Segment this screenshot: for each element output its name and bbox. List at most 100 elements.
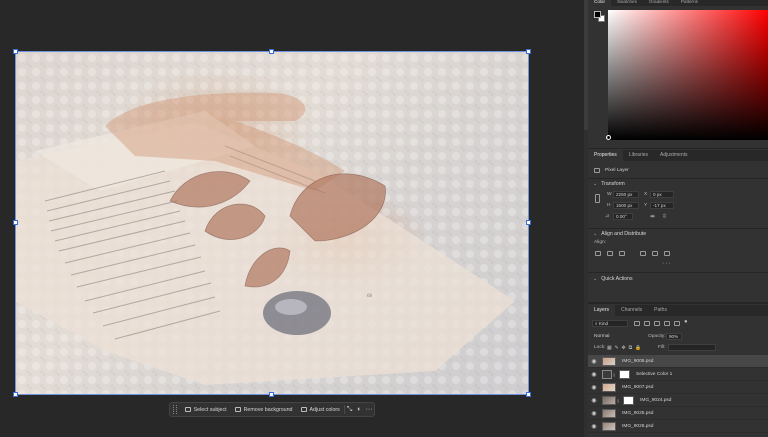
- tab-layers[interactable]: Layers: [588, 305, 616, 316]
- flip-vertical-icon[interactable]: ⇳: [662, 213, 667, 220]
- tab-libraries[interactable]: Libraries: [623, 150, 654, 161]
- select-subject-button[interactable]: Select subject: [181, 403, 231, 416]
- contextual-task-bar: Select subject Remove background Adjust …: [169, 402, 375, 417]
- align-section-header[interactable]: ⌄ Align and Distribute: [593, 231, 646, 237]
- align-vertical-center-icon[interactable]: [652, 251, 658, 256]
- layer-thumbnail: [602, 395, 616, 405]
- filter-type-icon[interactable]: [654, 321, 660, 326]
- layer-filter-kind-select[interactable]: ⌕ Kind: [592, 320, 628, 327]
- tab-gradients[interactable]: Gradients: [643, 0, 675, 6]
- filter-shape-icon[interactable]: [664, 321, 670, 326]
- transform-handle-top-left[interactable]: [13, 49, 18, 54]
- foreground-color-swatch[interactable]: [594, 11, 601, 18]
- tab-paths[interactable]: Paths: [648, 305, 673, 316]
- align-right-icon[interactable]: [619, 251, 625, 256]
- color-picker-cursor[interactable]: [606, 135, 611, 140]
- contrast-icon[interactable]: ◐: [354, 403, 364, 416]
- layer-name[interactable]: IMG_9005.psd: [622, 359, 653, 364]
- transform-section-header[interactable]: ⌄ Transform: [593, 181, 625, 187]
- layer-row[interactable]: ◉ § Selective Color 1: [588, 368, 768, 381]
- filter-toggle-icon[interactable]: ●: [684, 319, 688, 325]
- layers-panel-tabs: Layers Channels Paths: [588, 305, 768, 316]
- color-picker-field[interactable]: [608, 10, 768, 140]
- fill-label: Fill:: [658, 345, 666, 350]
- tab-patterns[interactable]: Patterns: [675, 0, 704, 6]
- tab-adjustments[interactable]: Adjustments: [654, 150, 694, 161]
- panel-divider: [588, 302, 768, 304]
- layer-name[interactable]: IMG_9025.psd: [622, 411, 653, 416]
- layer-thumbnail: [602, 421, 616, 431]
- layer-row[interactable]: ◉ IMG_9005.psd: [588, 355, 768, 368]
- link-dimensions-icon[interactable]: [595, 194, 600, 203]
- ellipsis-icon[interactable]: ···: [364, 403, 374, 416]
- layer-row[interactable]: ◉ IMG_9026.psd: [588, 420, 768, 433]
- adjust-colors-button[interactable]: Adjust colors: [297, 403, 344, 416]
- properties-panel: Properties Libraries Adjustments Pixel L…: [588, 150, 768, 300]
- align-left-icon[interactable]: [595, 251, 601, 256]
- more-options-icon[interactable]: ···: [662, 260, 672, 267]
- visibility-eye-icon[interactable]: ◉: [588, 397, 600, 404]
- width-field[interactable]: 2250 px: [613, 191, 639, 198]
- layer-row[interactable]: ◉ IMG_9007.psd: [588, 381, 768, 394]
- align-top-icon[interactable]: [640, 251, 646, 256]
- transform-handle-left[interactable]: [13, 220, 18, 225]
- layer-name[interactable]: IMG_9007.psd: [622, 385, 653, 390]
- chevron-down-icon: ⌄: [593, 181, 598, 187]
- layer-name[interactable]: Selective Color 1: [636, 372, 672, 377]
- angle-field[interactable]: 0.00°: [613, 213, 633, 220]
- opacity-field[interactable]: 90%: [666, 333, 682, 340]
- align-horizontal-center-icon[interactable]: [607, 251, 613, 256]
- quick-actions-section-header[interactable]: ⌄ Quick Actions: [593, 276, 633, 282]
- angle-icon: ⊿: [605, 214, 610, 219]
- person-icon: [184, 407, 191, 412]
- remove-background-button[interactable]: Remove background: [231, 403, 297, 416]
- transform-handle-bottom-right[interactable]: [526, 392, 531, 397]
- align-bottom-icon[interactable]: [664, 251, 670, 256]
- transform-handle-right[interactable]: [526, 220, 531, 225]
- document-image[interactable]: 68: [15, 51, 529, 395]
- blend-mode-select[interactable]: Normal: [594, 334, 609, 339]
- layer-mask-thumbnail[interactable]: [619, 369, 630, 379]
- transform-handle-bottom-left[interactable]: [13, 392, 18, 397]
- transform-handle-top[interactable]: [269, 49, 274, 54]
- width-label: W: [607, 192, 612, 197]
- height-field[interactable]: 1500 px: [613, 202, 639, 209]
- properties-panel-tabs: Properties Libraries Adjustments: [588, 150, 768, 161]
- lock-options-icon[interactable]: ▦✎✥⧉🔒: [607, 345, 644, 351]
- layer-name[interactable]: IMG_9024.psd: [640, 398, 671, 403]
- tab-properties[interactable]: Properties: [588, 150, 623, 161]
- transform-handle-bottom[interactable]: [269, 392, 274, 397]
- visibility-eye-icon[interactable]: ◉: [588, 371, 600, 378]
- transform-icon[interactable]: ⤡: [345, 403, 355, 416]
- tab-swatches[interactable]: Swatches: [611, 0, 643, 6]
- panel-divider: [588, 148, 768, 149]
- tab-channels[interactable]: Channels: [615, 305, 648, 316]
- visibility-eye-icon[interactable]: ◉: [588, 410, 600, 417]
- visibility-eye-icon[interactable]: ◉: [588, 358, 600, 365]
- select-subject-label: Select subject: [193, 406, 227, 413]
- color-panel: Color Swatches Gradients Patterns: [588, 0, 768, 146]
- x-position-field[interactable]: 0 px: [650, 191, 674, 198]
- layer-thumbnail: [602, 382, 616, 392]
- transform-handle-top-right[interactable]: [526, 49, 531, 54]
- drag-grip-icon[interactable]: [173, 405, 177, 414]
- layer-mask-thumbnail[interactable]: [623, 395, 634, 405]
- layer-row[interactable]: ◉ IMG_9025.psd: [588, 407, 768, 420]
- fill-slider[interactable]: [668, 344, 716, 351]
- layer-name[interactable]: IMG_9026.psd: [622, 424, 653, 429]
- canvas-area[interactable]: 68 Select subject Remove background Adju…: [0, 0, 584, 437]
- filter-smart-object-icon[interactable]: [674, 321, 680, 326]
- layer-row[interactable]: ◉ § IMG_9024.psd: [588, 394, 768, 407]
- visibility-eye-icon[interactable]: ◉: [588, 384, 600, 391]
- filter-adjustment-icon[interactable]: [644, 321, 650, 326]
- flip-horizontal-icon[interactable]: ⇹: [650, 213, 655, 220]
- kind-label: Kind: [598, 321, 609, 326]
- adjust-colors-label: Adjust colors: [309, 406, 340, 413]
- photo-composite: 68: [15, 51, 529, 395]
- filter-pixel-icon[interactable]: [634, 321, 640, 326]
- height-label: H: [607, 203, 611, 208]
- y-position-field[interactable]: -17 px: [650, 202, 674, 209]
- tab-color[interactable]: Color: [588, 0, 611, 6]
- visibility-eye-icon[interactable]: ◉: [588, 423, 600, 430]
- remove-background-label: Remove background: [243, 406, 293, 413]
